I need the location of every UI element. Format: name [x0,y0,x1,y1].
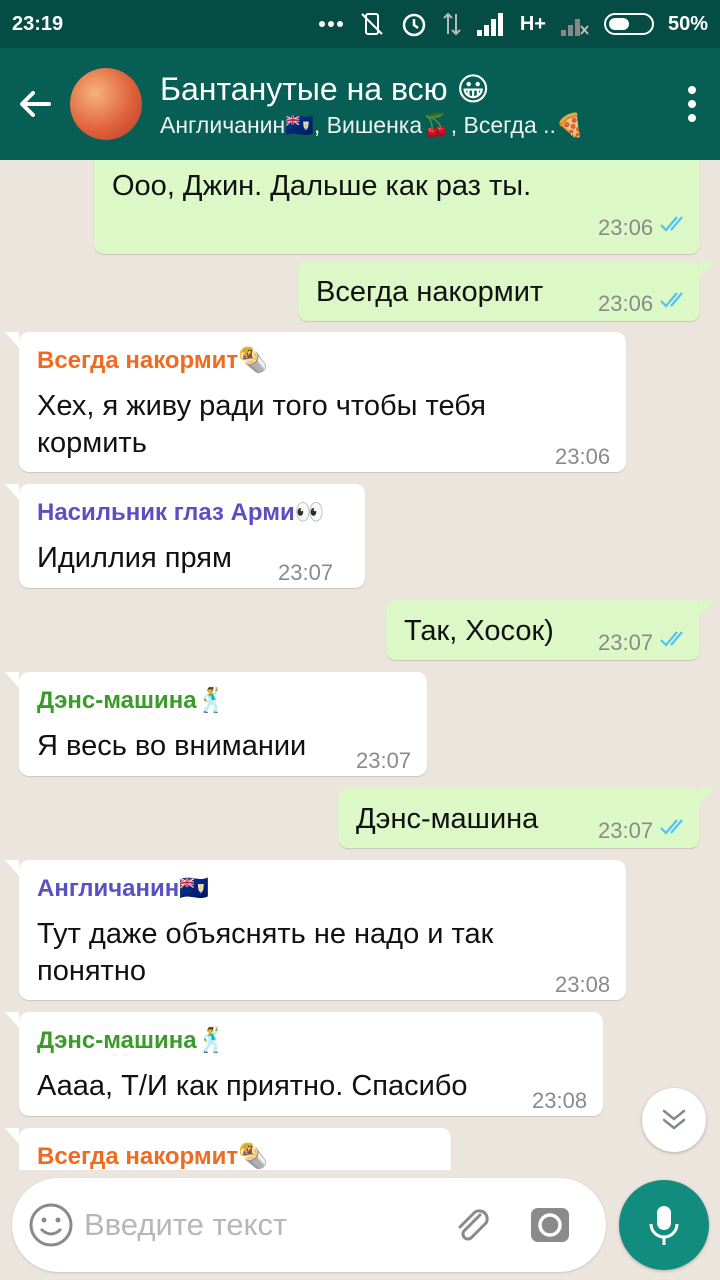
read-receipt-icon [660,216,683,232]
message-outgoing[interactable]: Так, Хосок) 23:07 [386,600,714,660]
message-text: Тут даже объяснять не надо и так понятно [37,918,494,987]
group-info[interactable]: Бантанутые на всю 😀 Англичанин🇦🇮, Вишенк… [160,70,664,139]
message-text: Хех, я живу ради того чтобы тебя кормить [37,390,486,459]
sender-name: Дэнс-машина🕺 [37,687,227,714]
message-text: Аааа, Т/И как приятно. Спасибо [37,1070,468,1102]
chat-header: Бантанутые на всю 😀 Англичанин🇦🇮, Вишенк… [0,48,720,160]
message-time: 23:07 [598,630,654,655]
message-outgoing[interactable]: Всегда накормит 23:06 [298,261,714,321]
microphone-icon [649,1206,679,1245]
voice-record-button[interactable] [619,1180,709,1270]
paperclip-icon [458,1209,489,1241]
vibrate-off-icon [358,10,386,38]
arrow-back-icon [20,91,51,117]
message-time: 23:06 [598,215,654,240]
more-notifications-icon [318,20,344,28]
message-incoming[interactable]: Всегда накормит🌯 Хех, я живу ради того ч… [5,332,626,472]
signal-icon [476,12,506,36]
group-title: Бантанутые на всю 😀 [160,70,490,107]
scroll-to-bottom-button[interactable] [642,1088,706,1152]
message-text: Так, Хосок) [404,615,554,647]
status-bar: 23:19 H+ 50% [0,0,720,48]
camera-button[interactable] [528,1203,572,1247]
message-text: Ооо, Джин. Дальше как раз ты. [112,170,532,202]
message-incoming[interactable]: Англичанин🇦🇮 Тут даже объяснять не надо … [5,860,626,1000]
message-time: 23:06 [555,444,611,469]
group-members: Англичанин🇦🇮, Вишенка🍒, Всегда ..🍕 [160,111,585,138]
message-time: 23:07 [278,560,334,585]
alarm-icon [400,10,428,38]
message-text: Всегда накормит [316,276,544,308]
back-button[interactable] [0,48,70,160]
message-list[interactable]: Ооо, Джин. Дальше как раз ты. 23:06 Всег… [0,160,720,1170]
emoji-icon [29,1203,73,1247]
status-time: 23:19 [12,12,64,35]
read-receipt-icon [660,292,683,308]
camera-icon [531,1208,569,1242]
double-chevron-down-icon [662,1109,686,1130]
message-incoming[interactable]: Насильник глаз Арми👀 Идиллия прям 23:07 [5,484,365,588]
sender-name: Всегда накормит🌯 [37,1143,269,1170]
menu-dot-icon [688,86,696,94]
sender-name: Дэнс-машина🕺 [37,1027,227,1054]
message-text: Я весь во внимании [37,730,307,762]
message-outgoing[interactable]: Ооо, Джин. Дальше как раз ты. 23:06 [94,160,700,254]
message-time: 23:07 [356,748,412,773]
network-type: H+ [519,12,546,35]
message-incoming[interactable]: Всегда накормит🌯 [5,1128,451,1170]
data-transfer-icon [442,10,462,38]
menu-dot-icon [688,114,696,122]
overflow-menu-button[interactable] [664,48,720,160]
emoji-button[interactable] [28,1202,74,1248]
sender-name: Всегда накормит🌯 [37,347,269,374]
battery-level-fill [608,18,629,30]
message-outgoing[interactable]: Дэнс-машина 23:07 [338,788,714,848]
group-avatar[interactable] [70,68,142,140]
read-receipt-icon [660,631,683,647]
attach-button[interactable] [450,1203,494,1247]
message-text: Дэнс-машина [356,803,539,835]
message-composer [12,1178,606,1272]
sender-name: Англичанин🇦🇮 [37,875,210,902]
battery-percent: 50% [667,12,708,35]
message-time: 23:06 [598,291,654,316]
menu-dot-icon [688,100,696,108]
message-incoming[interactable]: Дэнс-машина🕺 Аааа, Т/И как приятно. Спас… [5,1012,603,1116]
message-time: 23:07 [598,818,654,843]
battery-icon [603,13,654,35]
sender-name: Насильник глаз Арми👀 [37,499,325,526]
message-incoming[interactable]: Дэнс-машина🕺 Я весь во внимании 23:07 [5,672,427,776]
signal-no-sim-icon [560,12,590,36]
message-time: 23:08 [555,972,611,997]
read-receipt-icon [660,819,683,835]
status-icons: H+ 50% [318,10,708,38]
message-input[interactable] [84,1207,434,1243]
message-text: Идиллия прям [37,542,232,574]
message-time: 23:08 [532,1088,588,1113]
